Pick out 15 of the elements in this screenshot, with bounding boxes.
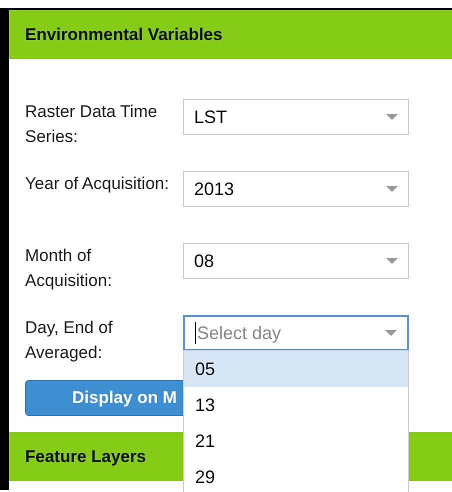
select-field[interactable]: Select day <box>183 315 409 351</box>
select-field[interactable]: 08 <box>183 243 409 279</box>
section-header: Environmental Variables <box>9 10 452 59</box>
caret-icon <box>386 186 398 192</box>
field-label: Month of Acquisition: <box>25 245 113 292</box>
field-label: Raster Data Time Series: <box>25 101 158 148</box>
caret-icon <box>385 330 397 336</box>
select-field[interactable]: LST <box>183 99 409 135</box>
field-label: Day, End of Averaged: <box>25 317 114 364</box>
field-label: Year of Acquisition: <box>25 173 170 195</box>
dropdown-option[interactable]: 05 <box>184 351 408 387</box>
select-field[interactable]: 2013 <box>183 171 409 207</box>
caret-icon <box>386 114 398 120</box>
caret-icon <box>386 258 398 264</box>
select-placeholder: Select day <box>197 322 282 345</box>
